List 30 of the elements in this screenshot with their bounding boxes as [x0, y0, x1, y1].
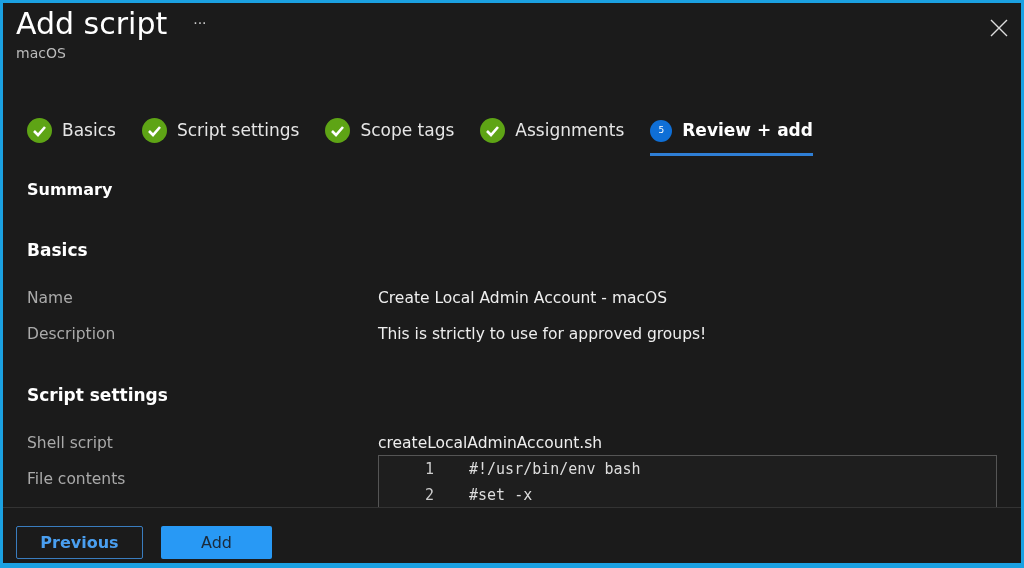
code-line: #set -x	[469, 485, 533, 506]
field-label: Shell script	[27, 433, 114, 454]
wizard-tab[interactable]: Script settings	[141, 114, 300, 156]
wizard-tab[interactable]: Assignments	[480, 114, 625, 156]
field-value: This is strictly to use for approved groups!	[378, 324, 707, 346]
section-heading: Script settings	[27, 383, 169, 407]
field-value: createLocalAdminAccount.sh	[378, 433, 603, 454]
code-line: #!/usr/bin/env bash	[469, 459, 641, 480]
previous-button[interactable]: Previous	[16, 526, 143, 559]
field-label: Description	[27, 324, 117, 346]
add-button[interactable]: Add	[161, 526, 272, 559]
code-editor[interactable]: 1 #!/usr/bin/env bash 2 #set -x	[378, 455, 997, 507]
wizard-tab[interactable]: 5 Review + add	[650, 114, 813, 156]
summary-heading: Summary	[27, 178, 114, 201]
check-icon	[27, 118, 52, 144]
field-label: File contents	[27, 469, 127, 491]
section-heading: Basics	[27, 238, 89, 262]
more-button[interactable]: ···	[193, 13, 207, 43]
check-icon	[480, 118, 506, 144]
check-icon	[325, 118, 351, 144]
panel-subtitle: macOS	[16, 44, 67, 63]
wizard-tab[interactable]: Scope tags	[325, 114, 455, 156]
line-number: 1	[423, 459, 434, 480]
panel-title: Add script	[16, 5, 168, 43]
step-number: 5	[650, 119, 673, 142]
line-number: 2	[423, 485, 434, 506]
field-value: Create Local Admin Account - macOS	[378, 288, 668, 309]
check-icon	[141, 118, 167, 144]
field-label: Name	[27, 288, 74, 309]
wizard-tab[interactable]: Basics	[27, 114, 116, 156]
